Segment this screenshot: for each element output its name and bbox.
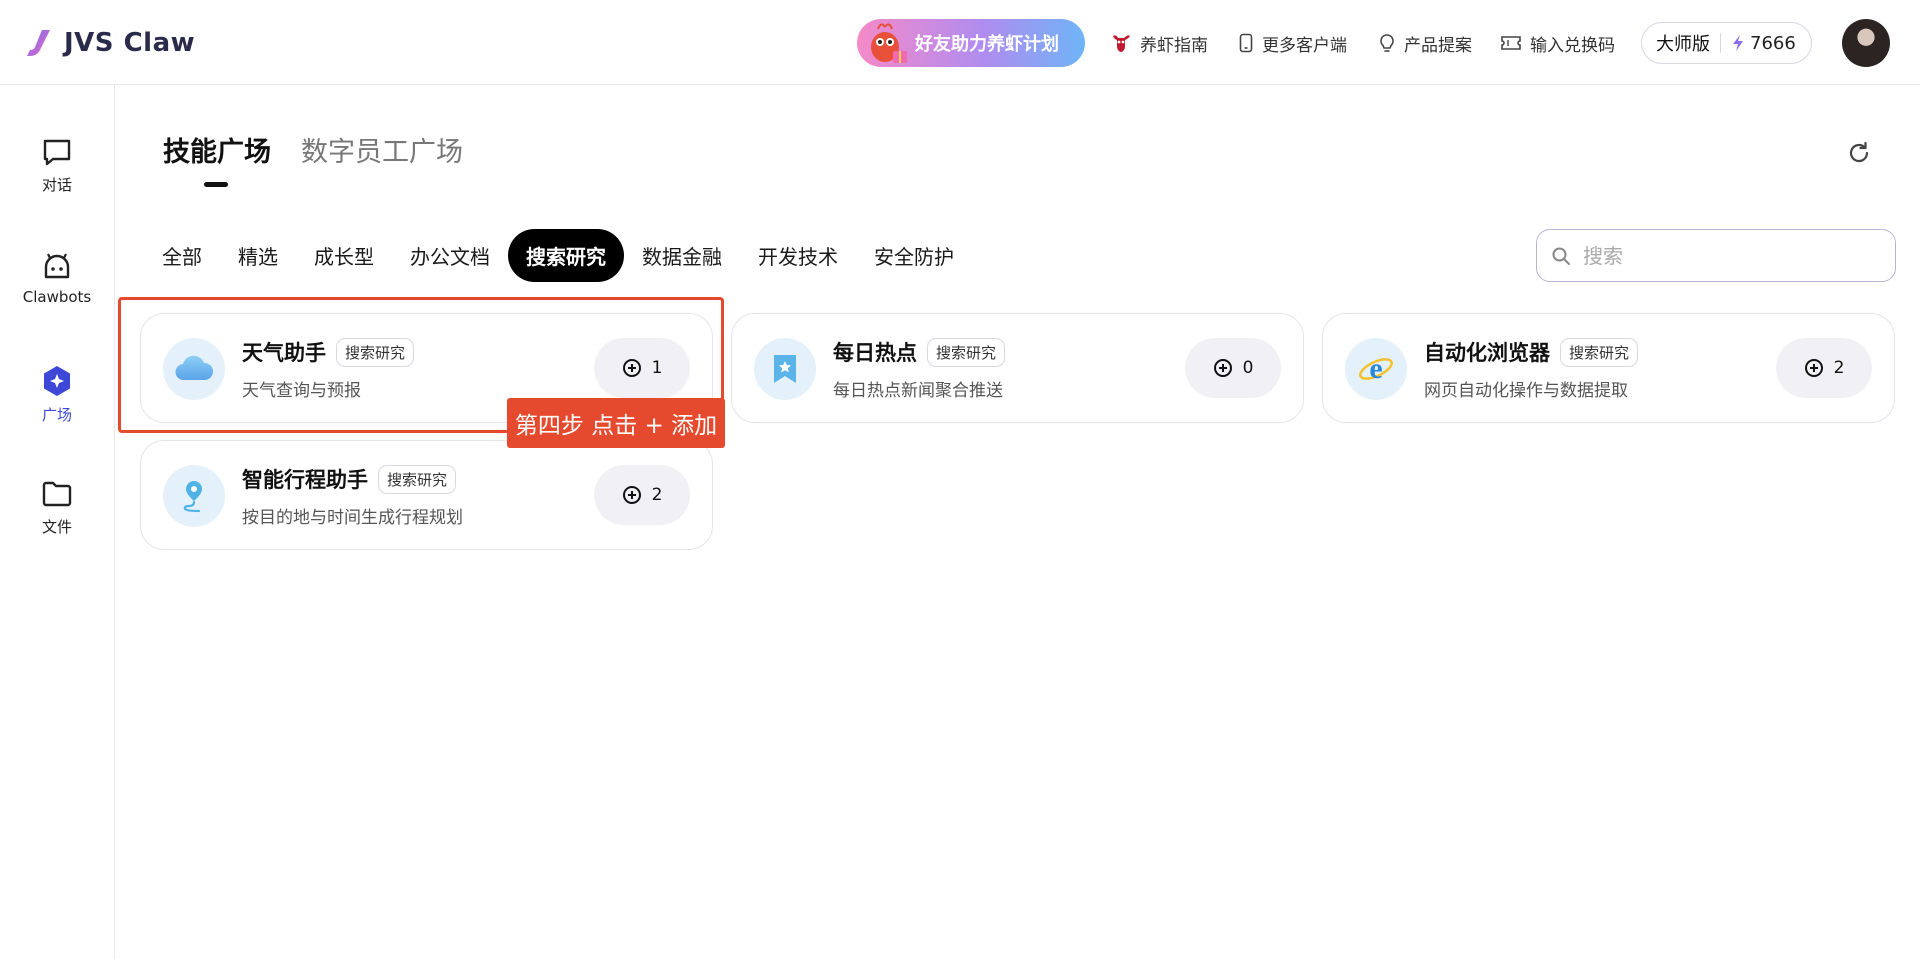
- chat-icon: [43, 139, 71, 166]
- plus-circle-icon: [1804, 359, 1823, 377]
- bot-icon: [44, 253, 70, 279]
- plan-name: 大师版: [1656, 34, 1710, 55]
- category-chip-dev-tech[interactable]: 开发技术: [740, 229, 856, 282]
- clients-link-label: 更多客户端: [1262, 35, 1347, 56]
- plus-circle-icon: [622, 486, 641, 504]
- promo-text: 好友助力养虾计划: [915, 34, 1059, 55]
- skill-card-auto-browser[interactable]: e 自动化浏览器 搜索研究 网页自动化操作与数据提取 2: [1322, 313, 1895, 423]
- skill-description: 网页自动化操作与数据提取: [1424, 381, 1628, 401]
- logo-mark-icon: [27, 30, 50, 56]
- skill-description: 每日热点新闻聚合推送: [833, 381, 1003, 401]
- sidebar-item-clawbots[interactable]: Clawbots: [0, 250, 114, 306]
- category-chip-security[interactable]: 安全防护: [856, 229, 972, 282]
- search-icon: [1552, 247, 1570, 265]
- tutorial-step-label: 第四步 点击 + 添加: [507, 398, 725, 448]
- sidebar-item-label: 广场: [41, 406, 72, 424]
- plan-credits-pill[interactable]: 大师版 7666: [1641, 22, 1812, 64]
- add-skill-button[interactable]: 2: [594, 465, 690, 525]
- clients-link[interactable]: 更多客户端: [1238, 30, 1347, 56]
- card-title-row: 智能行程助手 搜索研究: [242, 464, 457, 494]
- sidebar-item-chat[interactable]: 对话: [0, 136, 114, 195]
- lobster-mascot-icon: [861, 17, 913, 69]
- location-route-icon: [163, 465, 225, 527]
- skill-card-trip-planner[interactable]: 智能行程助手 搜索研究 按目的地与时间生成行程规划 2: [140, 440, 713, 550]
- plaza-icon: [44, 366, 70, 396]
- add-count: 2: [651, 485, 663, 505]
- skill-title: 每日热点: [833, 341, 917, 365]
- sidebar-item-label: Clawbots: [22, 288, 92, 306]
- user-avatar[interactable]: [1842, 19, 1890, 67]
- guide-link-label: 养虾指南: [1140, 35, 1208, 56]
- left-sidebar: 对话 Clawbots 广场 文件: [0, 85, 115, 959]
- skill-category-tag: 搜索研究: [1560, 337, 1639, 367]
- redeem-link-label: 输入兑换码: [1530, 35, 1615, 56]
- card-title-row: 自动化浏览器 搜索研究: [1424, 337, 1639, 367]
- active-tab-indicator: [204, 182, 228, 187]
- browser-e-icon: e: [1345, 338, 1407, 400]
- add-skill-button[interactable]: 2: [1776, 338, 1872, 398]
- refresh-icon[interactable]: [1845, 139, 1873, 167]
- category-chip-office-docs[interactable]: 办公文档: [392, 229, 508, 282]
- category-chip-featured[interactable]: 精选: [220, 229, 296, 282]
- folder-icon: [42, 481, 72, 507]
- skill-search-box[interactable]: [1536, 229, 1896, 282]
- redeem-link[interactable]: 输入兑换码: [1500, 30, 1615, 56]
- add-count: 2: [1833, 358, 1845, 378]
- bookmark-star-icon: [754, 338, 816, 400]
- credits-display: 7666: [1731, 33, 1796, 54]
- category-chip-growth[interactable]: 成长型: [296, 229, 392, 282]
- category-chip-search-research[interactable]: 搜索研究: [508, 229, 624, 282]
- sidebar-item-label: 文件: [41, 518, 72, 536]
- guide-link[interactable]: 养虾指南: [1110, 30, 1208, 56]
- tab-skill-plaza[interactable]: 技能广场: [163, 130, 271, 169]
- phone-icon: [1239, 33, 1253, 53]
- credits-value: 7666: [1750, 32, 1796, 54]
- skill-title: 智能行程助手: [242, 468, 368, 492]
- skill-category-tag: 搜索研究: [927, 337, 1006, 367]
- tab-digital-staff-plaza[interactable]: 数字员工广场: [301, 130, 463, 169]
- skill-category-tag: 搜索研究: [378, 464, 457, 494]
- logo-text: JVS Claw: [64, 28, 196, 58]
- lightning-icon: [1733, 35, 1743, 51]
- top-header: JVS Claw 好友助力养虾计划 养虾指南 更多客户端 产品提案 输入兑换码 …: [0, 0, 1920, 85]
- ticket-icon: [1501, 36, 1521, 50]
- plus-circle-icon: [1213, 359, 1232, 377]
- sidebar-item-label: 对话: [41, 176, 72, 194]
- plan-divider: [1720, 33, 1721, 53]
- sidebar-item-plaza[interactable]: 广场: [0, 364, 114, 425]
- sidebar-item-files[interactable]: 文件: [0, 478, 114, 537]
- svg-text:e: e: [1369, 352, 1382, 385]
- add-count: 0: [1242, 358, 1254, 378]
- add-skill-button[interactable]: 0: [1185, 338, 1281, 398]
- main-tabs: 技能广场 数字员工广场: [163, 130, 463, 169]
- proposal-link[interactable]: 产品提案: [1378, 30, 1472, 56]
- card-title-row: 每日热点 搜索研究: [833, 337, 1006, 367]
- search-input[interactable]: [1583, 243, 1863, 268]
- skill-card-daily-hot[interactable]: 每日热点 搜索研究 每日热点新闻聚合推送 0: [731, 313, 1304, 423]
- category-filter-bar: 全部 精选 成长型 办公文档 搜索研究 数据金融 开发技术 安全防护: [144, 229, 972, 282]
- skill-title: 自动化浏览器: [1424, 341, 1550, 365]
- category-chip-data-finance[interactable]: 数据金融: [624, 229, 740, 282]
- shrimp-icon: [1113, 35, 1130, 52]
- skill-description: 按目的地与时间生成行程规划: [242, 508, 463, 528]
- lightbulb-icon: [1380, 34, 1394, 52]
- category-chip-all[interactable]: 全部: [144, 229, 220, 282]
- promo-banner-button[interactable]: 好友助力养虾计划: [857, 19, 1085, 67]
- proposal-link-label: 产品提案: [1404, 35, 1472, 56]
- app-logo[interactable]: JVS Claw: [24, 26, 195, 60]
